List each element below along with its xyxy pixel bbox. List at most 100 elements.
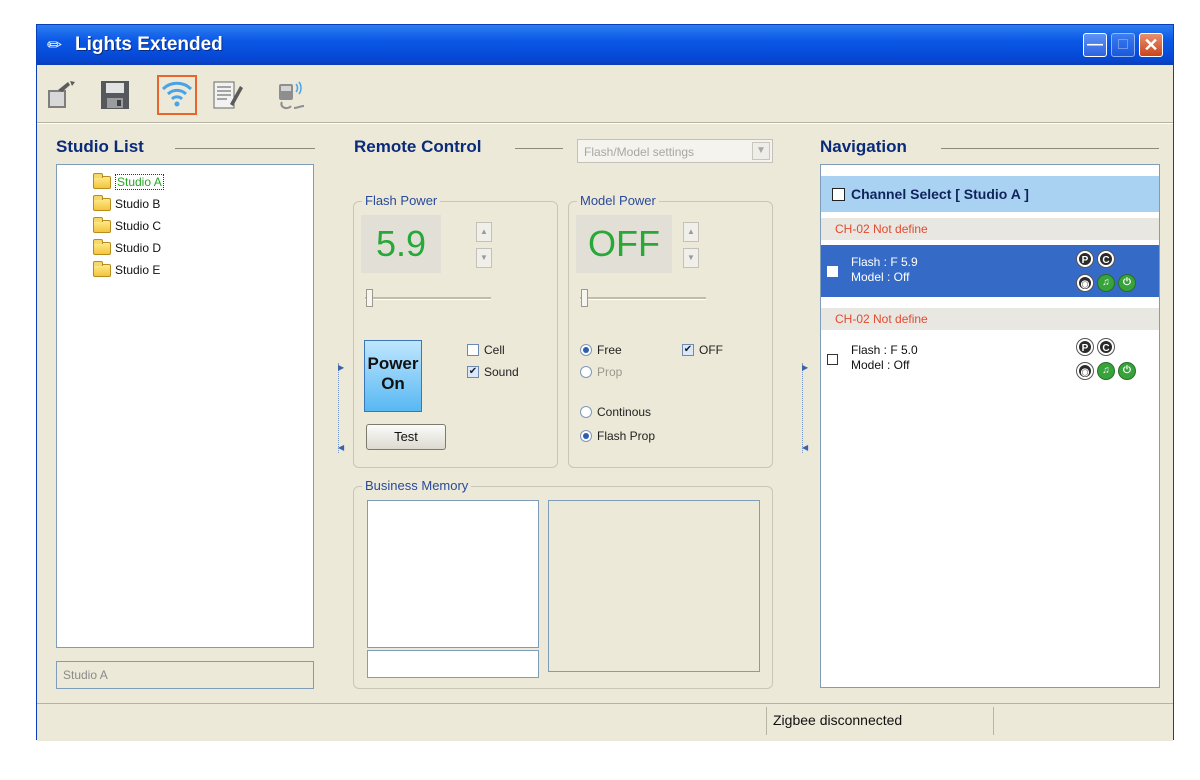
status-separator <box>993 707 994 735</box>
power-on-button[interactable]: Power On <box>364 340 422 412</box>
sound-label: Sound <box>484 365 519 379</box>
off-checkbox[interactable]: ✔ OFF <box>682 343 723 357</box>
light-row-2[interactable]: Flash : F 5.0 Model : Off P C ◉ ♫ ⏻ <box>821 333 1159 385</box>
connection-status: Zigbee disconnected <box>773 712 903 728</box>
wireless-icon <box>161 81 193 107</box>
cell-label: Cell <box>484 343 505 357</box>
free-radio[interactable]: Free <box>580 343 622 357</box>
power-icon[interactable]: ⏻ <box>1119 275 1135 291</box>
mode-select[interactable]: Flash/Model settings ▼ <box>577 139 773 163</box>
maximize-button[interactable]: □ <box>1111 33 1135 57</box>
radio-icon[interactable] <box>580 430 592 442</box>
refresh-icon[interactable]: C <box>1098 339 1114 355</box>
studio-item-label: Studio A <box>115 174 164 190</box>
free-label: Free <box>597 343 622 357</box>
right-splitter[interactable]: ▶ ◀ <box>802 363 809 453</box>
studio-name-field[interactable]: Studio A <box>56 661 314 689</box>
eye-icon[interactable]: ◉ <box>1077 275 1093 291</box>
prop-radio[interactable]: Prop <box>580 365 622 379</box>
model-power-down[interactable]: ▼ <box>683 248 699 268</box>
model-power-label: Model Power <box>577 193 659 208</box>
arrow-left-icon: ◀ <box>802 443 809 452</box>
toolbar-divider <box>37 122 1173 124</box>
remote-device-button[interactable] <box>271 75 311 115</box>
light-checkbox[interactable] <box>827 266 838 277</box>
continous-label: Continous <box>597 405 652 419</box>
sound-icon[interactable]: ♫ <box>1098 363 1114 379</box>
edit-notes-icon <box>213 81 243 109</box>
channel-select-label: Channel Select [ Studio A ] <box>851 186 1029 202</box>
refresh-icon[interactable]: C <box>1098 251 1114 267</box>
status-separator <box>766 707 767 735</box>
flash-power-slider[interactable] <box>365 297 491 300</box>
studio-list-rule <box>175 148 315 149</box>
edit-notes-button[interactable] <box>207 75 247 115</box>
flash-power-up[interactable]: ▲ <box>476 222 492 242</box>
flash-power-label: Flash Power <box>362 193 441 208</box>
sound-icon[interactable]: ♫ <box>1098 275 1114 291</box>
memory-name-field[interactable] <box>367 650 539 678</box>
model-status: Model : Off <box>851 358 910 372</box>
test-button[interactable]: Test <box>366 424 446 450</box>
cell-checkbox-box[interactable] <box>467 344 479 356</box>
radio-icon[interactable] <box>580 344 592 356</box>
mode-select-value: Flash/Model settings <box>584 145 695 159</box>
check-icon[interactable]: ✔ <box>682 344 694 356</box>
open-button[interactable] <box>41 75 81 115</box>
flash-status: Flash : F 5.9 <box>851 255 918 269</box>
save-button[interactable] <box>95 75 135 115</box>
navigation-rule <box>941 148 1159 149</box>
model-power-value: OFF <box>576 215 672 273</box>
check-icon[interactable]: ✔ <box>467 366 479 378</box>
arrow-left-icon: ◀ <box>338 443 345 452</box>
power-icon[interactable]: ⏻ <box>1119 363 1135 379</box>
continous-radio[interactable]: Continous <box>580 405 651 419</box>
memory-list[interactable] <box>367 500 539 648</box>
channel-select-checkbox[interactable] <box>832 187 845 201</box>
radio-icon[interactable] <box>580 406 592 418</box>
model-power-slider[interactable] <box>580 297 706 300</box>
app-window: ✏ Lights Extended — □ ✕ Studio List Stud… <box>36 24 1174 741</box>
studio-tree[interactable]: Studio A Studio B Studio C Studio D Stud… <box>56 164 314 648</box>
studio-item-label: Studio B <box>115 197 161 211</box>
light-info: Flash : F 5.0 Model : Off <box>851 343 918 373</box>
folder-icon <box>93 238 111 255</box>
light-row-1[interactable]: Flash : F 5.9 Model : Off P C ◉ ♫ ⏻ <box>821 245 1159 297</box>
model-status: Model : Off <box>851 270 910 284</box>
save-icon <box>101 81 129 109</box>
close-button[interactable]: ✕ <box>1139 33 1163 57</box>
studio-item-b[interactable]: Studio B <box>93 194 161 213</box>
cell-checkbox[interactable]: Cell <box>467 343 505 357</box>
wireless-button[interactable] <box>157 75 197 115</box>
flash-power-down[interactable]: ▼ <box>476 248 492 268</box>
minimize-button[interactable]: — <box>1083 33 1107 57</box>
folder-icon <box>93 216 111 233</box>
power-button-line1: Power <box>367 354 419 373</box>
eye-icon[interactable]: ◉ <box>1077 363 1093 379</box>
left-splitter[interactable]: ▶ ◀ <box>338 363 345 453</box>
folder-icon <box>93 194 111 211</box>
flash-prop-radio[interactable]: Flash Prop <box>580 429 655 443</box>
studio-item-d[interactable]: Studio D <box>93 238 161 257</box>
title-bar[interactable]: ✏ Lights Extended — □ ✕ <box>37 25 1173 65</box>
model-power-slider-thumb[interactable] <box>581 289 588 307</box>
model-power-up[interactable]: ▲ <box>683 222 699 242</box>
remote-control-rule <box>515 148 563 149</box>
flash-power-slider-thumb[interactable] <box>366 289 373 307</box>
studio-item-e[interactable]: Studio E <box>93 260 160 279</box>
radio-icon[interactable] <box>580 366 592 378</box>
channel-select-header[interactable]: Channel Select [ Studio A ] <box>821 176 1159 212</box>
sound-checkbox[interactable]: ✔ Sound <box>467 365 519 379</box>
pilot-icon[interactable]: P <box>1077 339 1093 355</box>
app-icon: ✏ <box>47 35 63 55</box>
chevron-down-icon[interactable]: ▼ <box>752 142 770 160</box>
studio-item-a[interactable]: Studio A <box>93 172 164 191</box>
studio-list-title: Studio List <box>56 137 144 156</box>
light-checkbox[interactable] <box>827 354 838 365</box>
flash-status: Flash : F 5.0 <box>851 343 918 357</box>
folder-icon <box>93 260 111 277</box>
pilot-icon[interactable]: P <box>1077 251 1093 267</box>
channel-list[interactable]: Channel Select [ Studio A ] CH-02 Not de… <box>820 164 1160 688</box>
studio-item-c[interactable]: Studio C <box>93 216 161 235</box>
remote-device-icon <box>279 81 305 110</box>
